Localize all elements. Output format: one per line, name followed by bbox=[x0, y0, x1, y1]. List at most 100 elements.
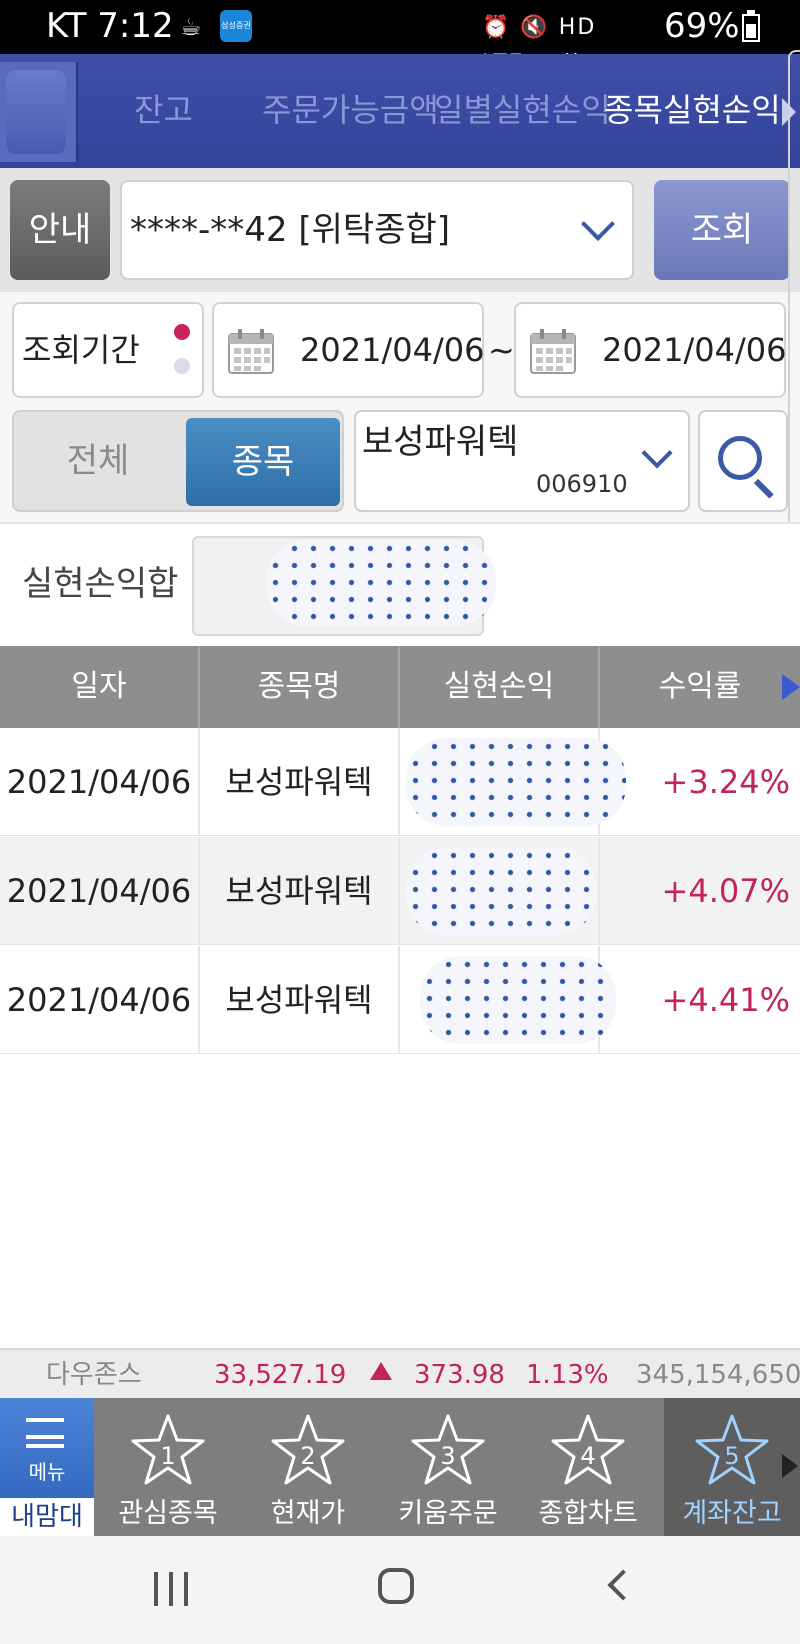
stock-code: 006910 bbox=[536, 470, 628, 498]
tab-bar: 잔고 주문가능금액 일별실현손익 종목실현손익 bbox=[0, 54, 800, 168]
account-select[interactable]: ****-**42 [위탁종합] bbox=[120, 180, 634, 280]
home-icon[interactable] bbox=[378, 1568, 414, 1604]
star-icon: 1 bbox=[131, 1414, 205, 1485]
cell-stock-name: 보성파워텍 bbox=[200, 728, 400, 836]
status-bar: KT 7:12 ☕ 삼성증권 ⏰ 🔇 HD LTE⁺ .ıll 69% bbox=[0, 0, 800, 76]
ticker-volume: 345,154,650 bbox=[636, 1360, 800, 1390]
nav-label: 키움주문 bbox=[398, 1498, 498, 1529]
carrier-time: KT 7:12 bbox=[46, 6, 174, 46]
battery-percent: 69% bbox=[664, 6, 740, 46]
realized-pnl-sum-value bbox=[192, 536, 496, 636]
nav-label: 계좌잔고 bbox=[682, 1498, 782, 1529]
column-header-realized-pnl: 실현손익 bbox=[400, 646, 600, 728]
scope-stock-button[interactable]: 종목 bbox=[186, 418, 340, 506]
scroll-columns-right-icon[interactable] bbox=[782, 674, 800, 700]
nav-account-balance[interactable]: 5 계좌잔고 bbox=[664, 1398, 800, 1536]
nav-label: 관심종목 bbox=[118, 1498, 218, 1529]
nav-current-price[interactable]: 2 현재가 bbox=[240, 1398, 376, 1536]
scope-all-button[interactable]: 전체 bbox=[14, 412, 182, 510]
ticker-change: 373.98 bbox=[414, 1360, 505, 1390]
stock-search-button[interactable] bbox=[698, 410, 788, 512]
tab-daily-realized-pnl[interactable]: 일별실현손익 bbox=[434, 90, 611, 130]
start-date: 2021/04/06 bbox=[300, 331, 485, 369]
cell-date: 2021/04/06 bbox=[0, 837, 200, 945]
star-icon: 5 bbox=[695, 1414, 769, 1485]
table-row[interactable]: 2021/04/06 보성파워텍 +4.07% bbox=[0, 837, 800, 945]
star-icon: 4 bbox=[551, 1414, 625, 1485]
cell-return-rate: +4.41% bbox=[661, 981, 790, 1019]
period-label: 조회기간 bbox=[22, 331, 140, 369]
table-header: 일자 종목명 실현손익 수익률 bbox=[0, 646, 800, 728]
chevron-down-icon bbox=[641, 437, 673, 469]
end-date: 2021/04/06 bbox=[602, 331, 787, 369]
up-triangle-icon bbox=[370, 1362, 392, 1380]
star-icon: 2 bbox=[271, 1414, 345, 1485]
query-button[interactable]: 조회 bbox=[654, 180, 790, 280]
tab-orderable-amount[interactable]: 주문가능금액 bbox=[262, 90, 439, 130]
nav-chart[interactable]: 4 종합차트 bbox=[520, 1398, 656, 1536]
table-row[interactable]: 2021/04/06 보성파워텍 +3.24% bbox=[0, 728, 800, 836]
svg-text:3: 3 bbox=[440, 1442, 455, 1470]
cell-realized-pnl bbox=[400, 837, 600, 945]
tab-stock-realized-pnl[interactable]: 종목실현손익 bbox=[604, 90, 781, 130]
scope-toggle: 전체 종목 bbox=[12, 410, 344, 512]
svg-text:2: 2 bbox=[300, 1442, 315, 1470]
chevron-down-icon bbox=[581, 207, 615, 241]
ticker-change-percent: 1.13% bbox=[526, 1360, 609, 1390]
menu-custom-label: 내맘대로 bbox=[0, 1498, 94, 1570]
svg-text:4: 4 bbox=[580, 1442, 595, 1470]
back-tab-button[interactable] bbox=[0, 62, 78, 162]
nav-label: 현재가 bbox=[270, 1498, 346, 1529]
star-icon: 3 bbox=[411, 1414, 485, 1485]
system-nav-bar bbox=[0, 1536, 800, 1644]
cell-stock-name: 보성파워텍 bbox=[200, 946, 400, 1054]
end-date-field[interactable]: 2021/04/06 bbox=[514, 302, 786, 398]
battery-icon bbox=[742, 10, 760, 42]
nav-order[interactable]: 3 키움주문 bbox=[380, 1398, 516, 1536]
period-indicator-dot-active bbox=[174, 324, 190, 340]
column-header-stock-name: 종목명 bbox=[200, 646, 400, 728]
app-notification-icon: 삼성증권 bbox=[220, 10, 252, 42]
tab-balance[interactable]: 잔고 bbox=[134, 90, 193, 130]
redaction-mask bbox=[266, 540, 496, 626]
stock-name: 보성파워텍 bbox=[362, 422, 519, 462]
period-indicator-dot bbox=[174, 358, 190, 374]
filter-row: 전체 종목 보성파워텍 006910 bbox=[0, 406, 800, 522]
cell-date: 2021/04/06 bbox=[0, 728, 200, 836]
svg-text:1: 1 bbox=[160, 1442, 175, 1470]
bottom-nav: 메뉴 내맘대로 1 관심종목 2 현재가 3 키움주문 4 종합차트 5 bbox=[0, 1398, 800, 1570]
search-icon bbox=[718, 436, 762, 480]
start-date-field[interactable]: 2021/04/06 bbox=[212, 302, 484, 398]
coffee-icon: ☕ bbox=[180, 13, 202, 41]
back-icon[interactable] bbox=[607, 1569, 639, 1601]
stock-select[interactable]: 보성파워텍 006910 bbox=[354, 410, 690, 512]
ticker-index-name: 다우존스 bbox=[46, 1360, 142, 1390]
redaction-mask bbox=[420, 956, 616, 1044]
cell-return-rate: +3.24% bbox=[661, 763, 790, 801]
cell-stock-name: 보성파워텍 bbox=[200, 837, 400, 945]
guide-button[interactable]: 안내 bbox=[10, 180, 110, 280]
account-row: 안내 ****-**42 [위탁종합] 조회 bbox=[0, 168, 800, 292]
redaction-mask bbox=[406, 847, 596, 935]
cell-date: 2021/04/06 bbox=[0, 946, 200, 1054]
status-icons: ⏰ 🔇 HD LTE⁺ .ıll bbox=[482, 15, 597, 76]
index-ticker[interactable]: 다우존스 33,527.19 373.98 1.13% 345,154,650 bbox=[0, 1348, 800, 1398]
redaction-mask bbox=[406, 738, 626, 826]
menu-button[interactable]: 메뉴 내맘대로 bbox=[0, 1398, 94, 1570]
svg-text:5: 5 bbox=[724, 1442, 739, 1470]
account-number: ****-**42 [위탁종합] bbox=[130, 210, 450, 250]
nav-label: 종합차트 bbox=[538, 1498, 638, 1529]
nav-favorites[interactable]: 1 관심종목 bbox=[100, 1398, 236, 1536]
period-row: 조회기간 2021/04/06 ~ 2021/04/06 bbox=[0, 292, 800, 406]
table-row[interactable]: 2021/04/06 보성파워텍 +4.41% bbox=[0, 946, 800, 1054]
recents-icon[interactable] bbox=[154, 1572, 188, 1606]
realized-pnl-summary: 실현손익합 bbox=[0, 522, 800, 646]
menu-label: 메뉴 bbox=[28, 1460, 66, 1484]
date-separator: ~ bbox=[488, 331, 515, 369]
period-selector[interactable]: 조회기간 bbox=[12, 302, 204, 398]
calendar-icon bbox=[530, 329, 576, 374]
nav-more-icon[interactable] bbox=[782, 1454, 798, 1478]
column-header-date: 일자 bbox=[0, 646, 200, 728]
realized-pnl-sum-label: 실현손익합 bbox=[22, 564, 179, 604]
cell-return-rate: +4.07% bbox=[661, 872, 790, 910]
